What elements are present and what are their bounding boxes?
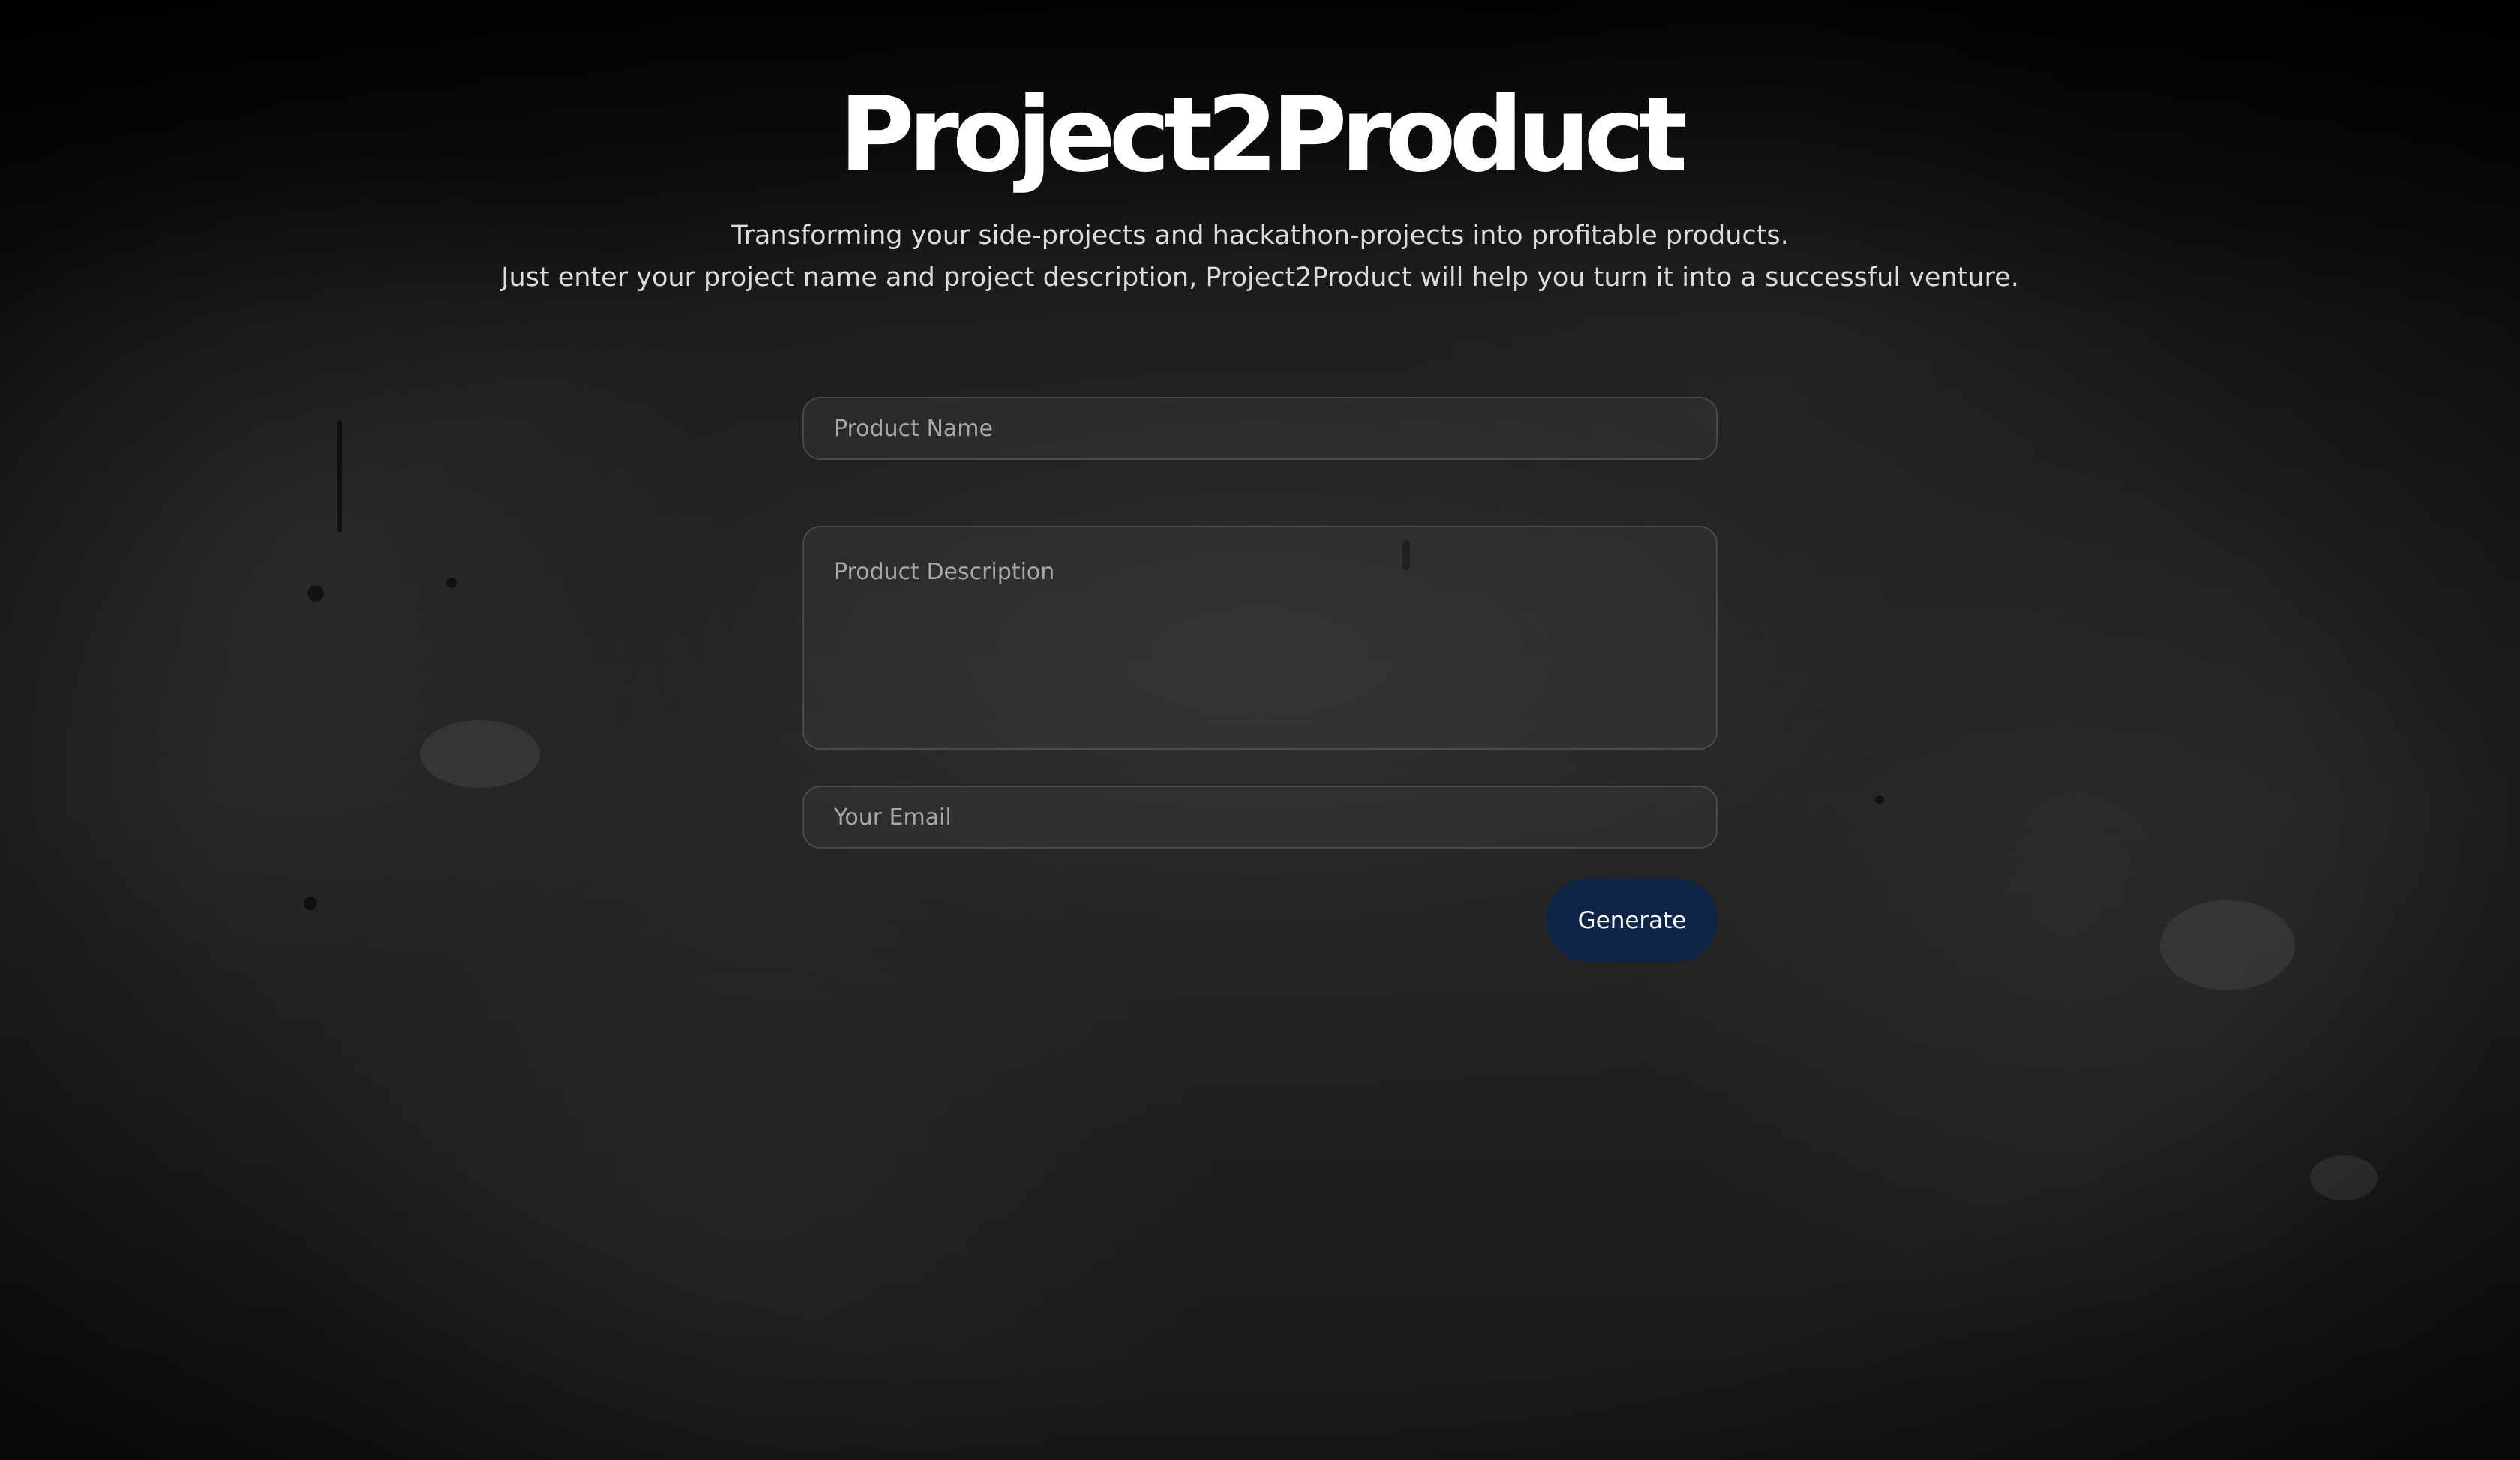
background-texture [308,585,324,602]
background-texture [338,420,342,533]
page-subtitle-line-1: Transforming your side-projects and hack… [731,221,1789,251]
form-actions: Generate [802,879,1718,963]
page-title: Project2Product [838,74,1688,195]
product-form: Generate [802,397,1718,963]
background-texture [2310,1155,2378,1200]
background-texture [2160,900,2295,990]
page-header: Project2Product Transforming your side-p… [0,75,2520,299]
page-subtitle-line-2: Just enter your project name and project… [501,263,2019,293]
background-texture [446,578,457,588]
product-description-textarea[interactable] [802,526,1718,750]
background-texture [1875,795,1884,804]
background-texture [420,720,540,788]
background-texture [304,897,317,910]
generate-button[interactable]: Generate [1546,879,1718,963]
product-name-input[interactable] [802,397,1718,460]
email-input[interactable] [802,786,1718,849]
